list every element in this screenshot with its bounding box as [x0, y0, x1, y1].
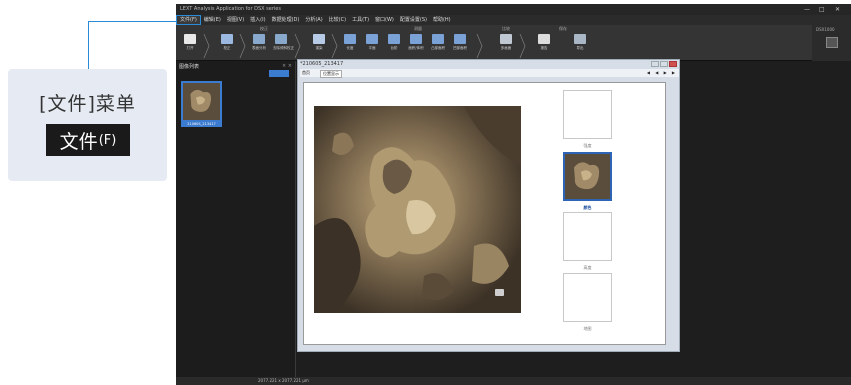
callout-file-chip: 文件 (F)	[46, 124, 130, 156]
correction-button[interactable]: 校正	[219, 34, 235, 58]
concave-icon	[454, 34, 466, 44]
file-menu-callout: [文件]菜单 文件 (F)	[8, 69, 167, 181]
mode-intensity-label: 强度	[583, 143, 592, 148]
callout-connector-vertical	[88, 21, 89, 70]
image-list-title: 图像列表	[179, 64, 200, 70]
tilt-removal-button[interactable]: 去除倾斜校正	[273, 34, 294, 58]
panel-controls[interactable]: × ×	[282, 63, 292, 69]
area-volume-button[interactable]: 面积/体积	[408, 34, 424, 58]
document-toolbar: 首页 位置显示 ◀ ◀ ▶ ▶	[300, 69, 679, 78]
doc-maximize-button[interactable]	[660, 61, 668, 67]
image-options-button[interactable]	[495, 289, 504, 296]
chevron-right-icon	[519, 33, 526, 59]
mode-map-label: 地图	[583, 326, 592, 331]
multi-screen-button[interactable]: 多画面	[498, 34, 514, 58]
app-window: LEXT Analysis Application for DSX series…	[176, 4, 851, 385]
multi-screen-icon	[500, 34, 512, 44]
close-button[interactable]: ✕	[835, 4, 840, 15]
menu-view[interactable]: 视图(V)	[224, 15, 247, 25]
surface-icon	[253, 34, 265, 44]
length-button[interactable]: 长度	[342, 34, 358, 58]
export-button[interactable]: 导出	[572, 34, 588, 58]
ribbon-group-save: 保存	[559, 26, 567, 31]
page-nav[interactable]: ◀ ◀ ▶ ▶	[647, 69, 677, 77]
report-canvas: 强度 颜色 高度 地图	[303, 82, 666, 345]
menu-analysis[interactable]: 分析(A)	[302, 15, 325, 25]
menu-help[interactable]: 帮助(H)	[430, 15, 454, 25]
mode-map-box[interactable]	[563, 273, 612, 322]
render-icon	[313, 34, 325, 44]
document-title: *210605_213417	[300, 61, 344, 67]
mode-height-label: 高度	[583, 265, 592, 270]
device-label: DSX1000	[816, 27, 835, 32]
plane-button[interactable]: 平面	[364, 34, 380, 58]
color-mode-thumbnail	[565, 154, 610, 199]
menu-compare[interactable]: 比较(C)	[326, 15, 349, 25]
convex-area-button[interactable]: 凸部面积	[430, 34, 446, 58]
view-mode-button[interactable]	[269, 70, 289, 77]
main-image	[314, 106, 521, 313]
mode-height-box[interactable]	[563, 212, 612, 261]
menu-tools[interactable]: 工具(T)	[349, 15, 372, 25]
menu-data-processing[interactable]: 数据处理(D)	[269, 15, 303, 25]
menu-file[interactable]: 文件(F)	[176, 15, 201, 25]
ribbon-group-compare: 比较	[502, 26, 510, 31]
ruler-icon	[344, 34, 356, 44]
plane-icon	[366, 34, 378, 44]
ribbon-group-correction: 校正	[260, 26, 268, 31]
mode-intensity-box[interactable]	[563, 90, 612, 139]
menu-edit[interactable]: 编辑(E)	[201, 15, 224, 25]
menu-insert[interactable]: 插入(I)	[247, 15, 268, 25]
rock-surface-image	[314, 106, 521, 313]
report-button[interactable]: 报告	[536, 34, 552, 58]
menu-window[interactable]: 窗口(W)	[372, 15, 397, 25]
document-window-controls	[651, 61, 677, 67]
mode-color-label: 颜色	[583, 205, 592, 210]
open-button[interactable]: 打开	[182, 34, 198, 58]
doc-minimize-button[interactable]	[651, 61, 659, 67]
convex-icon	[432, 34, 444, 44]
image-thumbnail[interactable]	[181, 81, 222, 122]
wand-icon	[221, 34, 233, 44]
image-list-panel: 图像列表 × × 21060S_213417	[176, 61, 296, 377]
menu-bar: 文件(F) 编辑(E) 视图(V) 插入(I) 数据处理(D) 分析(A) 比较…	[176, 15, 851, 25]
position-display-select[interactable]: 位置显示	[320, 70, 342, 78]
maximize-button[interactable]: □	[819, 4, 825, 15]
callout-chip-label: 文件	[59, 130, 98, 153]
chevron-right-icon	[203, 33, 210, 59]
ribbon: 校正 测量 比较 保存 打开 校正 表面分析 去除倾斜校正 渲染 长度 平面 台…	[176, 25, 851, 61]
callout-connector-horizontal	[88, 21, 179, 22]
folder-icon	[184, 34, 196, 44]
dsx-logo-icon[interactable]	[826, 37, 838, 48]
tilt-icon	[275, 34, 287, 44]
status-bar: 2077.221 x 2077.221 μm	[176, 377, 851, 385]
export-icon	[574, 34, 586, 44]
callout-chip-key: (F)	[98, 132, 117, 148]
chevron-right-icon	[239, 33, 246, 59]
volume-icon	[410, 34, 422, 44]
minimize-button[interactable]: —	[804, 4, 810, 15]
callout-title: [文件]菜单	[39, 93, 136, 115]
chevron-right-icon	[476, 33, 483, 59]
thumbnail-caption: 21060S_213417	[181, 121, 222, 127]
step-button[interactable]: 台阶	[386, 34, 402, 58]
chevron-right-icon	[331, 33, 338, 59]
report-icon	[538, 34, 550, 44]
document-window: *210605_213417 首页 位置显示 ◀ ◀ ▶ ▶ 强度 颜色 高度 …	[297, 59, 680, 352]
doc-close-button[interactable]	[669, 61, 677, 67]
image-size-readout: 2077.221 x 2077.221 μm	[258, 378, 309, 383]
first-page-button[interactable]: 首页	[302, 69, 310, 77]
step-icon	[388, 34, 400, 44]
thumbnail-image	[183, 83, 220, 120]
concave-area-button[interactable]: 凹部面积	[452, 34, 468, 58]
title-bar: LEXT Analysis Application for DSX series…	[176, 4, 851, 15]
device-panel: DSX1000	[812, 25, 851, 61]
render-button[interactable]: 渲染	[311, 34, 327, 58]
app-title: LEXT Analysis Application for DSX series	[180, 6, 281, 12]
menu-settings[interactable]: 配置设置(S)	[397, 15, 430, 25]
chevron-right-icon	[294, 33, 301, 59]
mode-color-box[interactable]	[563, 152, 612, 201]
ribbon-group-measure: 测量	[414, 26, 422, 31]
surface-analysis-button[interactable]: 表面分析	[251, 34, 267, 58]
